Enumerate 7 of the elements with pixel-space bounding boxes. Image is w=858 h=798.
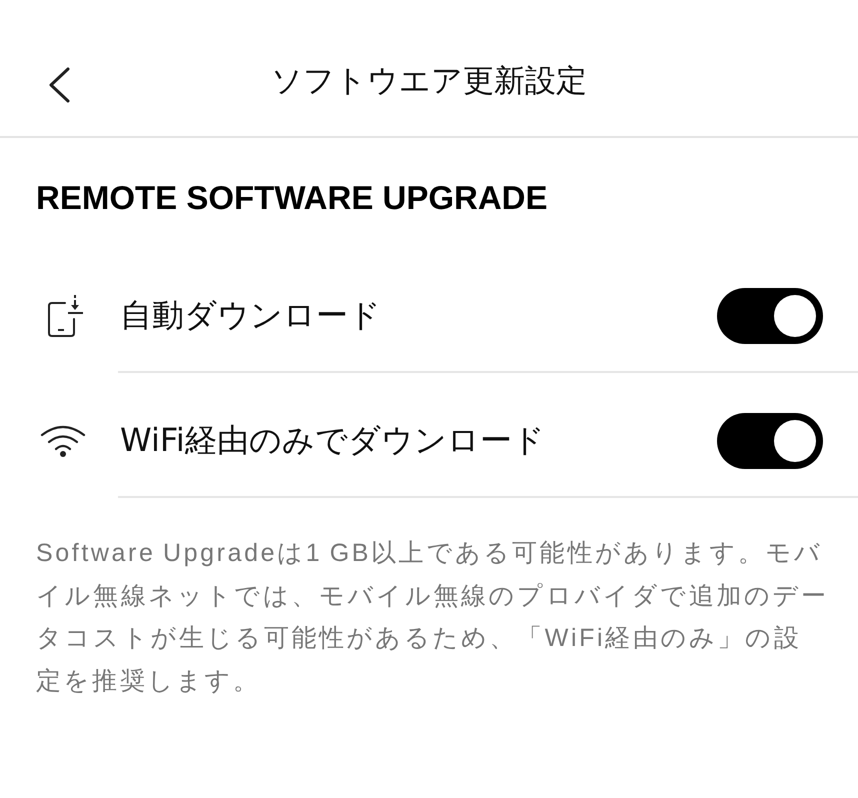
phone-download-icon: [48, 294, 84, 338]
wifi-icon: [40, 424, 86, 456]
info-text: Software Upgradeは1 GB以上である可能性があります。モバイル無線ネットでは、モバイル無線のプロバイダで追加のデータコストが生じる可能性があるため、「WiFi経由のみ」の設定を推奨します。: [36, 538, 829, 696]
section-heading: REMOTE SOFTWARE UPGRADE: [35, 181, 549, 215]
setting-label: 自動ダウンロード: [120, 294, 382, 336]
setting-label: WiFi経由のみでダウンロード: [120, 420, 546, 460]
screen-title: ソフトウエア更新設定: [271, 62, 587, 101]
